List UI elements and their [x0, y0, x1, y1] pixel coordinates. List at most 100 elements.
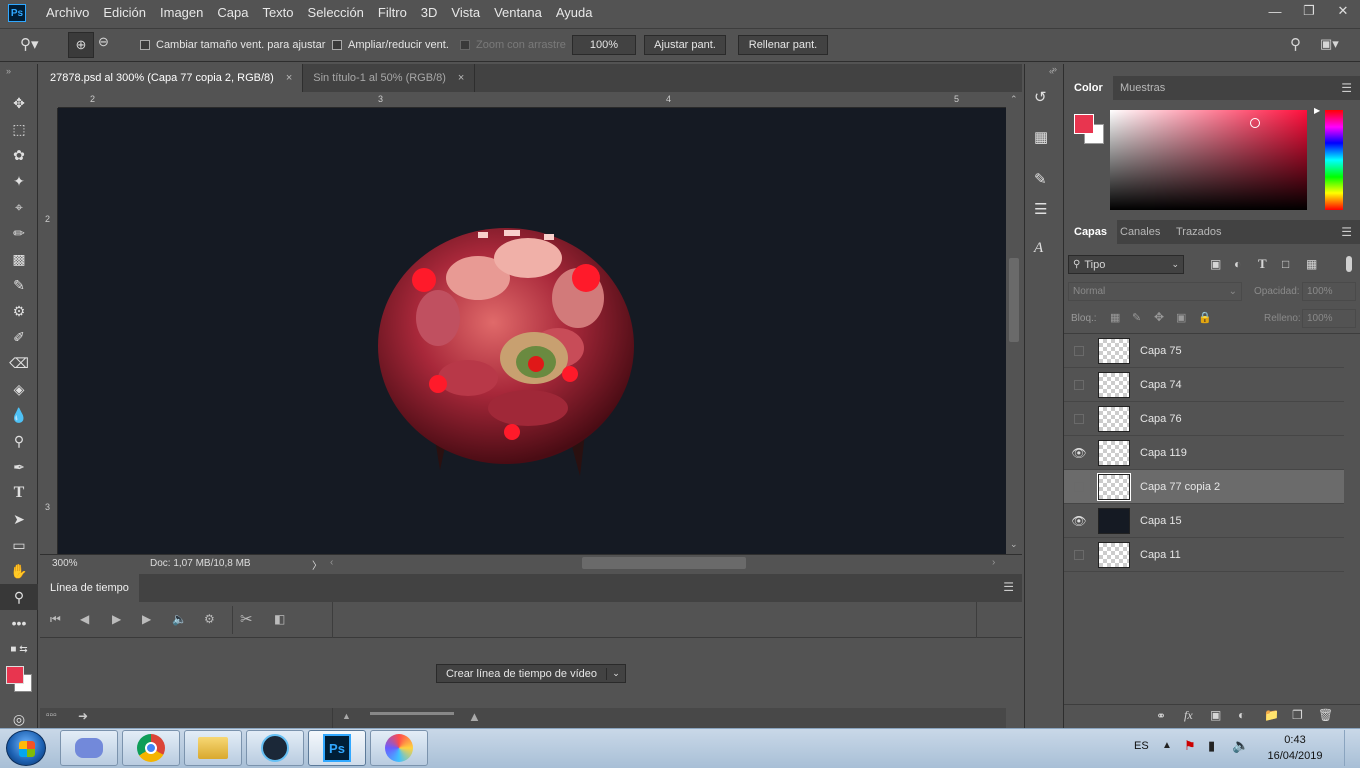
horizontal-scroll-thumb[interactable]: [582, 557, 746, 569]
foreground-color-swatch[interactable]: [6, 666, 24, 684]
paint-bucket-tool-icon[interactable]: ◈: [0, 376, 38, 402]
close-icon[interactable]: ✕: [1326, 0, 1360, 22]
lock-transparent-icon[interactable]: ▦: [1110, 311, 1120, 324]
zoom-in-icon[interactable]: ⊕: [68, 32, 94, 58]
layer-row[interactable]: 👁 Capa 119: [1064, 436, 1344, 470]
hand-tool-icon[interactable]: ✋: [0, 558, 38, 584]
shape-tool-icon[interactable]: ▭: [0, 532, 38, 558]
layer-row[interactable]: 👁 Capa 15: [1064, 504, 1344, 538]
layer-filter-select[interactable]: ⚲ Tipo ⌄: [1068, 255, 1184, 274]
eraser-tool-icon[interactable]: ⌫: [0, 350, 38, 376]
hue-marker-icon[interactable]: ▶: [1314, 106, 1320, 115]
layer-visibility-toggle[interactable]: [1064, 549, 1094, 560]
layer-visibility-toggle[interactable]: [1064, 345, 1094, 356]
show-hidden-icons-icon[interactable]: ▲: [1162, 740, 1172, 751]
menu-ventana[interactable]: Ventana: [487, 0, 549, 26]
panel-menu-icon[interactable]: ☰: [1341, 81, 1352, 95]
workspace-icon[interactable]: ▣▾: [1320, 36, 1339, 52]
zoom-in-timeline-icon[interactable]: ▲: [468, 709, 481, 724]
fit-screen-button[interactable]: Ajustar pant.: [644, 35, 726, 55]
tab-muestras[interactable]: Muestras: [1110, 76, 1175, 100]
link-layers-icon[interactable]: ⚭: [1156, 709, 1166, 723]
filter-smart-object-icon[interactable]: ▦: [1306, 257, 1317, 271]
zoom-tool-preset-icon[interactable]: ⚲▾: [20, 35, 39, 53]
character-icon[interactable]: A: [1034, 240, 1043, 257]
collapse-icon[interactable]: »: [0, 64, 37, 90]
move-tool-icon[interactable]: ✥: [0, 90, 38, 116]
canvas[interactable]: [58, 108, 1006, 554]
collapse-icon[interactable]: »: [1052, 64, 1057, 74]
filter-adjustment-icon[interactable]: ◐: [1234, 257, 1241, 271]
filter-type-icon[interactable]: T: [1258, 256, 1267, 272]
system-clock[interactable]: 0:43 16/04/2019: [1262, 732, 1328, 766]
panel-menu-icon[interactable]: ☰: [1003, 580, 1014, 594]
adjustment-layer-icon[interactable]: ◐: [1238, 708, 1245, 722]
brush-tool-icon[interactable]: ✎: [0, 272, 38, 298]
action-center-flag-icon[interactable]: ⚑: [1184, 738, 1196, 754]
scroll-left-icon[interactable]: ‹: [330, 557, 333, 568]
tab-trazados[interactable]: Trazados: [1166, 220, 1231, 244]
zoom-all-checkbox[interactable]: Ampliar/reducir vent.: [332, 39, 449, 51]
volume-icon[interactable]: 🔈: [1232, 737, 1249, 754]
adjustments-icon[interactable]: ☰: [1034, 200, 1047, 218]
scrubby-zoom-checkbox[interactable]: Zoom con arrastre: [460, 39, 566, 51]
color-picker-field[interactable]: [1110, 110, 1307, 210]
eyedropper-tool-icon[interactable]: ✏: [0, 220, 38, 246]
menu-vista[interactable]: Vista: [444, 0, 487, 26]
layer-row[interactable]: Capa 74: [1064, 368, 1344, 402]
layer-style-icon[interactable]: fx: [1184, 708, 1193, 723]
frame-mode-icon[interactable]: ▫▫▫: [46, 710, 57, 721]
timeline-tab[interactable]: Línea de tiempo: [40, 574, 139, 602]
steam-taskbar-button[interactable]: [246, 730, 304, 766]
search-icon[interactable]: ⚲: [1290, 35, 1301, 53]
restore-icon[interactable]: ❐: [1292, 0, 1326, 22]
dodge-tool-icon[interactable]: ⚲: [0, 428, 38, 454]
paint-taskbar-button[interactable]: [370, 730, 428, 766]
new-layer-icon[interactable]: ❐: [1292, 708, 1303, 722]
menu-edicion[interactable]: Edición: [96, 0, 153, 26]
chrome-taskbar-button[interactable]: [122, 730, 180, 766]
zoom-level[interactable]: 300%: [52, 558, 78, 569]
path-selection-tool-icon[interactable]: ➤: [0, 506, 38, 532]
blur-tool-icon[interactable]: 💧: [0, 402, 38, 428]
language-indicator[interactable]: ES: [1134, 740, 1149, 752]
lock-all-icon[interactable]: 🔒: [1198, 311, 1212, 324]
menu-texto[interactable]: Texto: [255, 0, 300, 26]
panel-menu-icon[interactable]: ☰: [1341, 225, 1352, 239]
discord-taskbar-button[interactable]: [60, 730, 118, 766]
filter-pixel-icon[interactable]: ▣: [1210, 257, 1221, 271]
network-signal-icon[interactable]: ▮: [1208, 738, 1215, 754]
filter-shape-icon[interactable]: □: [1282, 257, 1289, 271]
layer-visibility-toggle[interactable]: [1064, 379, 1094, 390]
vertical-scroll-thumb[interactable]: [1009, 258, 1019, 342]
status-arrow-icon[interactable]: 〉: [312, 557, 322, 572]
audio-icon[interactable]: 🔈: [172, 612, 187, 626]
brush-settings-icon[interactable]: ✎: [1034, 170, 1047, 188]
chevron-down-icon[interactable]: ⌄: [607, 668, 625, 679]
lasso-tool-icon[interactable]: ✿: [0, 142, 38, 168]
more-tools-icon[interactable]: •••: [0, 610, 38, 636]
zoom-out-timeline-icon[interactable]: ▲: [342, 711, 351, 721]
color-picker-cursor[interactable]: [1250, 118, 1260, 128]
close-tab-icon[interactable]: ×: [286, 72, 292, 84]
tab-sin-titulo[interactable]: Sin título-1 al 50% (RGB/8) ×: [303, 64, 476, 92]
history-brush-tool-icon[interactable]: ✐: [0, 324, 38, 350]
eye-icon[interactable]: 👁: [1064, 446, 1094, 460]
layer-mask-icon[interactable]: ▣: [1210, 708, 1221, 722]
marquee-tool-icon[interactable]: ⬚: [0, 116, 38, 142]
hue-slider[interactable]: [1325, 110, 1343, 210]
layer-row-selected[interactable]: Capa 77 copia 2: [1064, 470, 1344, 504]
lock-image-icon[interactable]: ✎: [1132, 311, 1141, 324]
pen-tool-icon[interactable]: ✒: [0, 454, 38, 480]
group-folder-icon[interactable]: 📁: [1264, 708, 1279, 722]
opacity-field[interactable]: 100%: [1302, 282, 1356, 301]
menu-archivo[interactable]: Archivo: [39, 0, 96, 26]
menu-imagen[interactable]: Imagen: [153, 0, 210, 26]
crop-tool-icon[interactable]: ⌖: [0, 194, 38, 220]
scroll-right-icon[interactable]: ›: [992, 557, 995, 568]
photoshop-taskbar-button[interactable]: Ps: [308, 730, 366, 766]
zoom-value-field[interactable]: 100%: [572, 35, 636, 55]
resize-windows-checkbox[interactable]: Cambiar tamaño vent. para ajustar: [140, 39, 325, 51]
first-frame-icon[interactable]: ⏮: [50, 612, 61, 627]
zoom-out-icon[interactable]: ⊖: [98, 34, 109, 50]
